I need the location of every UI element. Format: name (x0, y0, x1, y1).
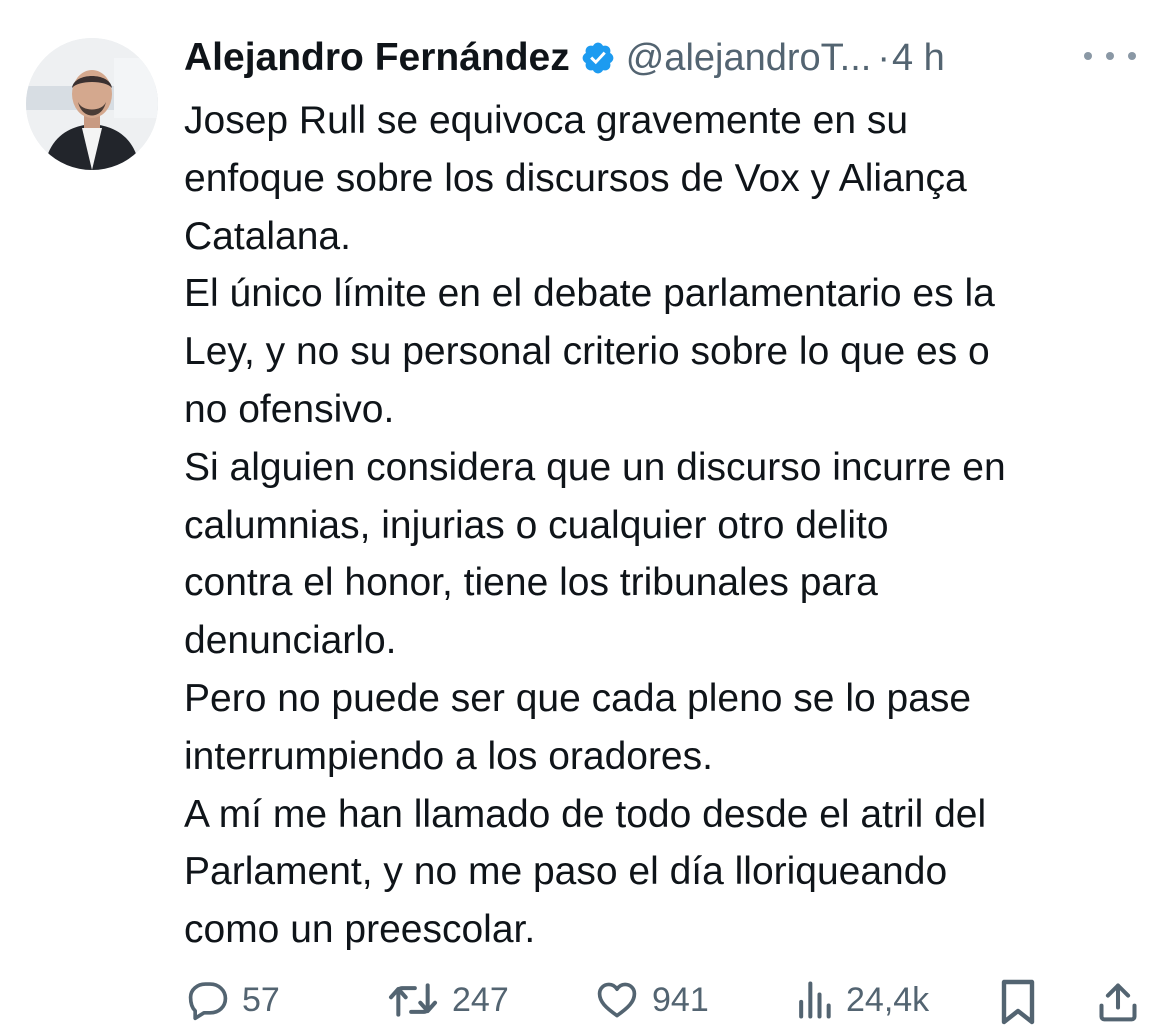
bookmark-icon (1001, 979, 1035, 1025)
tweet-line: Ley, y no su personal criterio sobre lo … (184, 330, 990, 374)
bookmark-button[interactable] (996, 978, 1040, 1026)
tweet-line: denunciarlo. (184, 619, 397, 663)
tweet-line: A mí me han llamado de todo desde el atr… (184, 792, 987, 836)
avatar-photo (26, 38, 158, 170)
share-icon (1099, 983, 1137, 1022)
tweet-header: Alejandro Fernández @alejandroT... · 4 h (184, 30, 1144, 86)
tweet-line: no ofensivo. (184, 387, 395, 431)
tweet-line: Catalana. (184, 214, 351, 258)
views-count: 24,4k (846, 980, 930, 1019)
reply-button[interactable]: 57 (186, 978, 280, 1022)
avatar[interactable] (26, 38, 158, 170)
views-icon (799, 981, 831, 1019)
more-icon[interactable] (1084, 36, 1136, 76)
like-count: 941 (652, 980, 709, 1019)
retweet-count: 247 (452, 980, 509, 1019)
reply-icon (188, 982, 228, 1021)
views-button[interactable]: 24,4k (794, 978, 929, 1022)
tweet-line: interrumpiendo a los oradores. (184, 734, 713, 778)
tweet-line: calumnias, injurias o cualquier otro del… (184, 503, 889, 547)
timestamp[interactable]: 4 h (892, 37, 945, 80)
separator-dot: · (877, 36, 890, 79)
tweet-line: El único límite en el debate parlamentar… (184, 272, 995, 316)
author-name[interactable]: Alejandro Fernández (184, 36, 570, 80)
heart-icon (597, 982, 637, 1018)
retweet-button[interactable]: 247 (386, 978, 509, 1022)
action-bar: 57 247 941 24,4k (186, 978, 1146, 1030)
retweet-icon (388, 983, 438, 1017)
reply-count: 57 (242, 980, 280, 1019)
like-button[interactable]: 941 (594, 978, 709, 1022)
share-button[interactable] (1096, 978, 1140, 1026)
tweet-line: Si alguien considera que un discurso inc… (184, 445, 1006, 489)
tweet-line: como un preescolar. (184, 908, 536, 952)
tweet-line: Pero no puede ser que cada pleno se lo p… (184, 676, 972, 720)
tweet-text: Josep Rull se equivoca gravemente en su … (184, 92, 1149, 959)
tweet-line: Parlament, y no me paso el día lloriquea… (184, 850, 948, 894)
tweet-line: enfoque sobre los discursos de Vox y Ali… (184, 156, 967, 200)
tweet-line: Josep Rull se equivoca gravemente en su (184, 99, 909, 142)
verified-badge-icon (582, 42, 614, 74)
author-handle[interactable]: @alejandroT... (626, 37, 872, 80)
tweet-line: contra el honor, tiene los tribunales pa… (184, 561, 878, 605)
